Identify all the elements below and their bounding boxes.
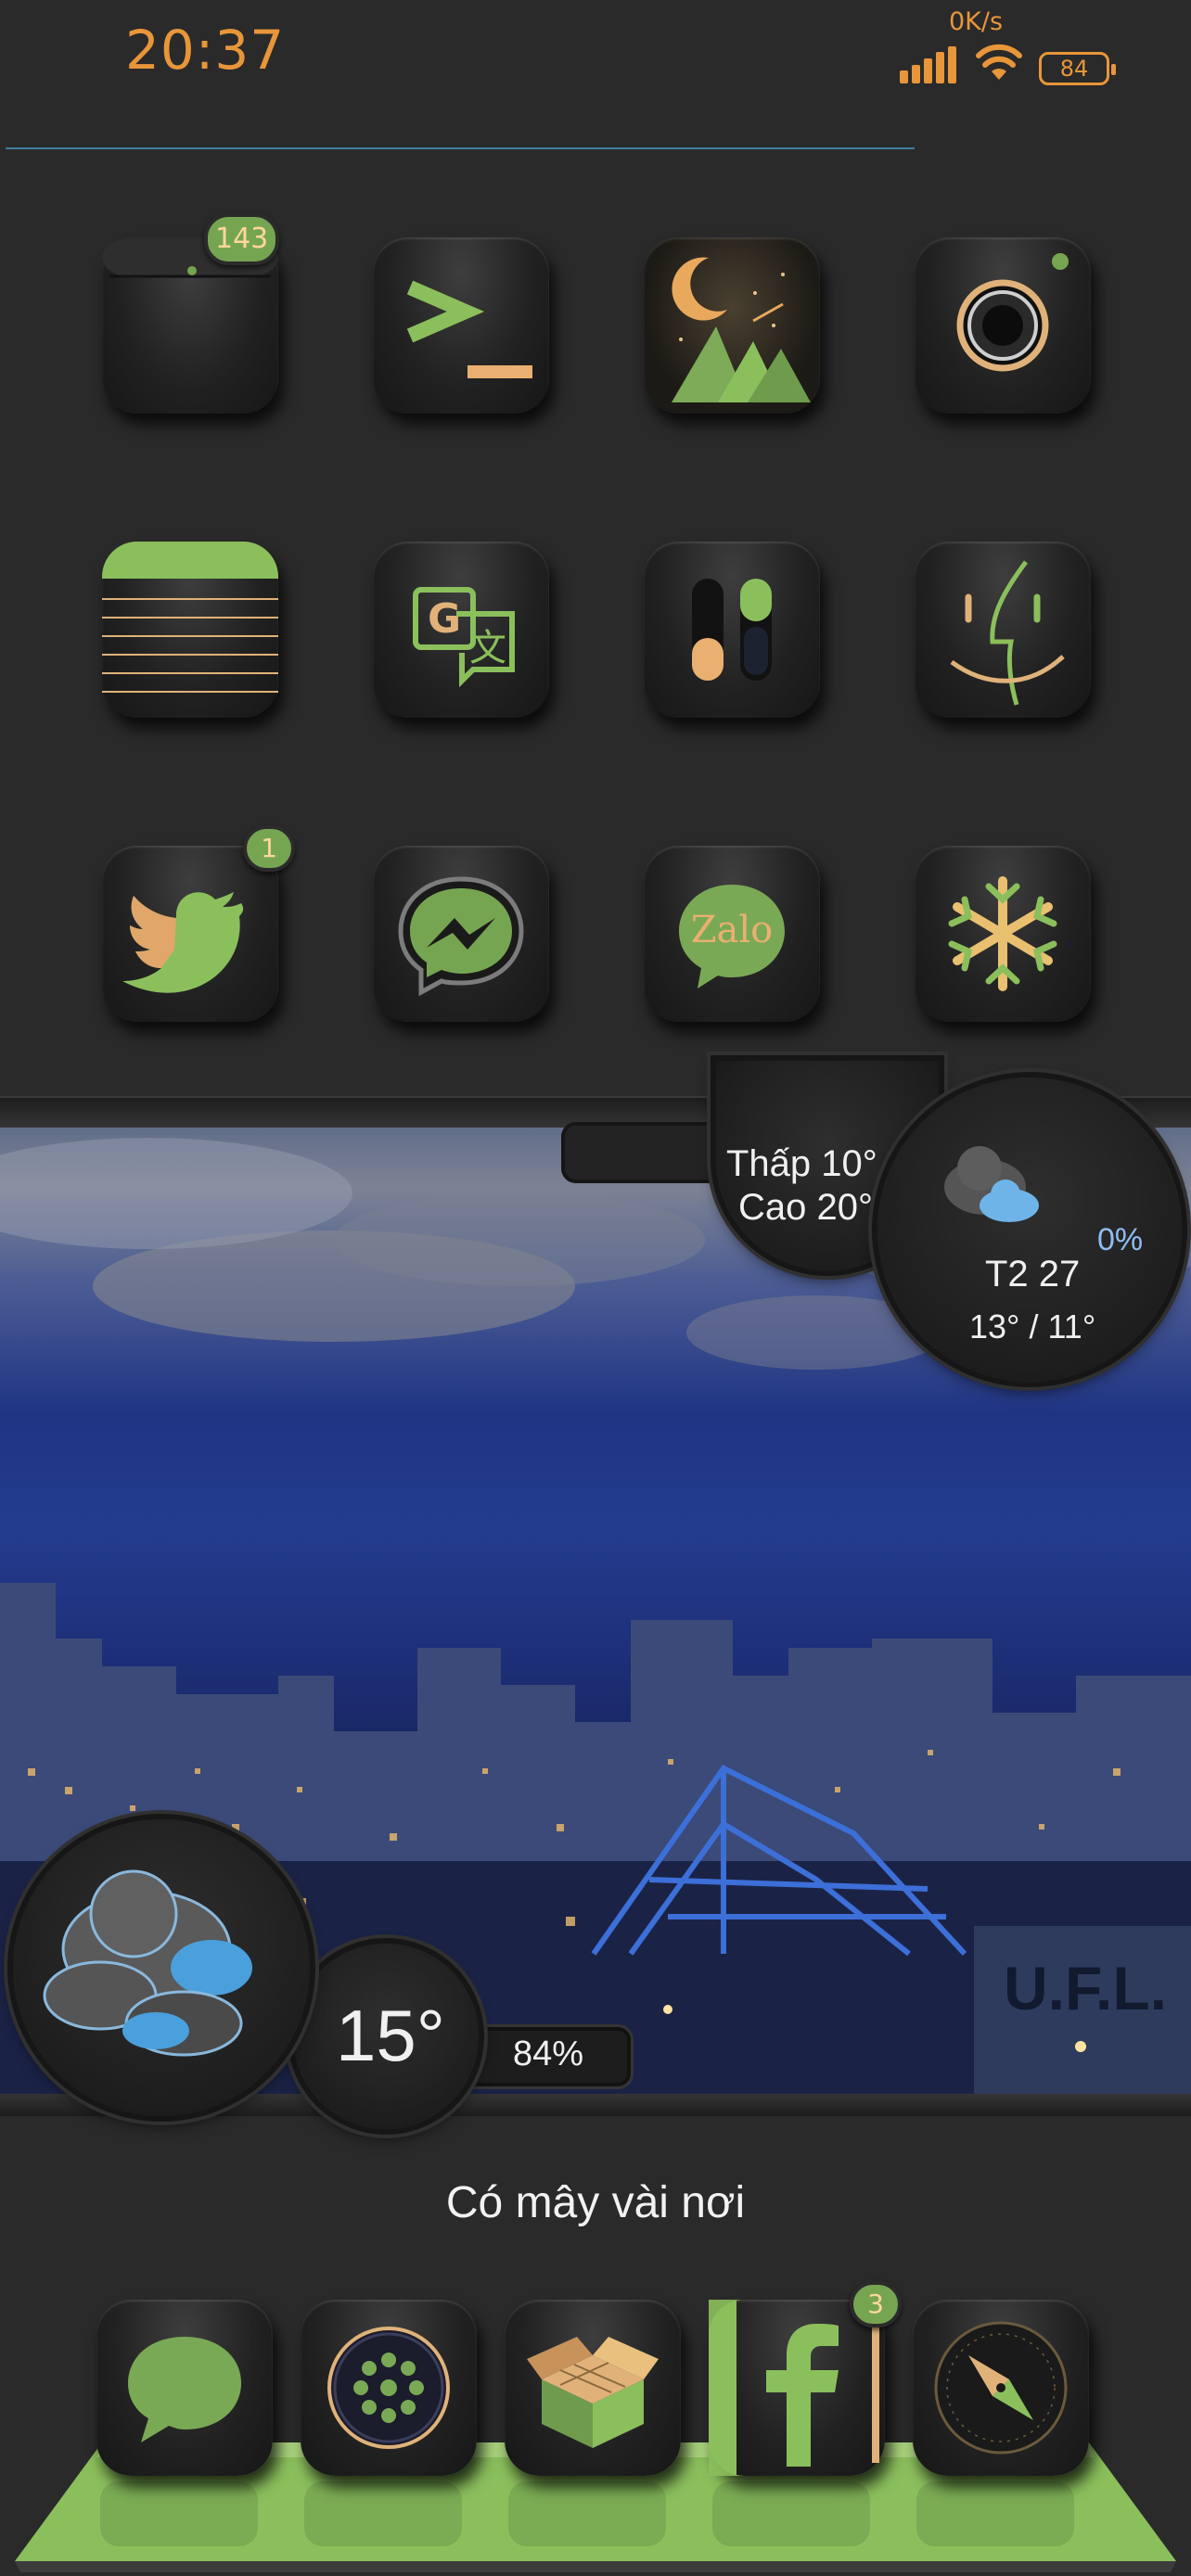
- humidity-value: 84%: [513, 2034, 584, 2073]
- dock-app-facebook[interactable]: [709, 2300, 885, 2476]
- wifi-icon: [976, 44, 1022, 80]
- app-settings-toggles[interactable]: [644, 542, 820, 718]
- facebook-f-icon: [709, 2300, 879, 2476]
- open-box-icon: [527, 2337, 659, 2448]
- translate-icon: G 文: [413, 587, 515, 688]
- svg-text:文: 文: [469, 627, 506, 670]
- cloudy-icon: [944, 1146, 1039, 1222]
- badge-count: 143: [204, 213, 280, 265]
- current-weather-disc[interactable]: [13, 1819, 310, 2116]
- terminal-icon: [406, 280, 532, 378]
- store-sign-text: U.F.L.: [1004, 1954, 1167, 2022]
- app-dots-icon: [327, 2327, 450, 2449]
- forecast-day: T2 27: [985, 1254, 1081, 1294]
- status-clock: 20:37: [125, 19, 286, 82]
- precip-percent: 0%: [1097, 1222, 1144, 1257]
- battery-indicator: 84: [1039, 52, 1116, 85]
- speech-bubble-icon: [128, 2337, 241, 2442]
- low-temp-label: Thấp 10°: [726, 1143, 877, 1184]
- app-google-translate[interactable]: G 文: [373, 542, 549, 718]
- moon-mountains-icon: [672, 257, 811, 402]
- camera-icon: [956, 253, 1069, 372]
- high-temp-label: Cao 20°: [738, 1187, 873, 1228]
- clouds-icon: [43, 1869, 252, 2057]
- dock-app-cydia[interactable]: [505, 2300, 681, 2476]
- zalo-label: Zalo: [690, 909, 774, 951]
- divider-line: [6, 147, 915, 149]
- app-notes[interactable]: [102, 542, 278, 718]
- app-twitter[interactable]: [102, 846, 278, 1022]
- finder-face-icon: [950, 560, 1065, 706]
- cellular-signal-icon: [900, 46, 956, 83]
- svg-text:G: G: [428, 595, 461, 643]
- dock-app-launcher[interactable]: [301, 2300, 477, 2476]
- network-speed: 0K/s: [949, 7, 1004, 36]
- dock-app-safari[interactable]: [913, 2300, 1089, 2476]
- twitter-bird-icon: [122, 892, 244, 993]
- badge-count: 3: [850, 2281, 902, 2327]
- app-camera[interactable]: [915, 237, 1091, 414]
- app-terminal[interactable]: [373, 237, 549, 414]
- dock-app-messages[interactable]: [96, 2300, 273, 2476]
- notes-lines-icon: [102, 542, 278, 693]
- app-finder[interactable]: [915, 542, 1091, 718]
- badge-count: 1: [243, 825, 295, 872]
- app-zalo[interactable]: Zalo: [644, 846, 820, 1022]
- compass-icon: [934, 2321, 1068, 2455]
- toggles-icon: [692, 579, 772, 681]
- weather-condition: Có mây vài nơi: [445, 2178, 746, 2227]
- app-messenger[interactable]: [373, 846, 549, 1022]
- forecast-temp-range: 13° / 11°: [969, 1307, 1096, 1345]
- current-temp: 15°: [336, 1995, 445, 2076]
- snowflake-icon: [948, 876, 1057, 991]
- messenger-icon: [398, 876, 524, 997]
- app-snowflake[interactable]: [915, 846, 1091, 1022]
- app-night-wallpaper[interactable]: [644, 237, 820, 414]
